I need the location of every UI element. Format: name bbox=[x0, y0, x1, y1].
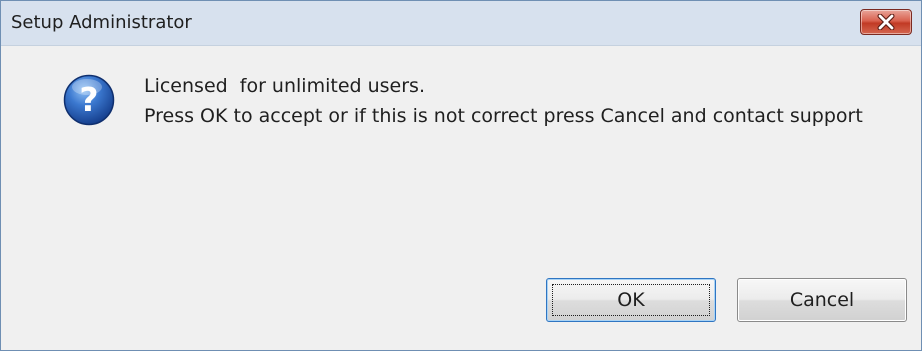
cancel-button[interactable]: Cancel bbox=[737, 278, 907, 322]
cancel-button-label: Cancel bbox=[789, 289, 855, 311]
close-icon bbox=[877, 14, 895, 30]
ok-button-label: OK bbox=[617, 289, 645, 311]
message-text: Licensed for unlimited users. Press OK t… bbox=[144, 71, 884, 131]
message-line-1: Licensed for unlimited users. bbox=[144, 75, 425, 97]
svg-text:?: ? bbox=[79, 80, 98, 119]
close-button[interactable] bbox=[860, 9, 912, 35]
ok-button[interactable]: OK bbox=[546, 278, 716, 322]
window-title: Setup Administrator bbox=[11, 12, 192, 33]
question-icon: ? bbox=[63, 74, 115, 126]
message-line-2: Press OK to accept or if this is not cor… bbox=[144, 105, 863, 127]
setup-administrator-dialog: Setup Administrator ? Licensed for unlim… bbox=[0, 0, 922, 351]
title-bar[interactable]: Setup Administrator bbox=[1, 1, 921, 46]
